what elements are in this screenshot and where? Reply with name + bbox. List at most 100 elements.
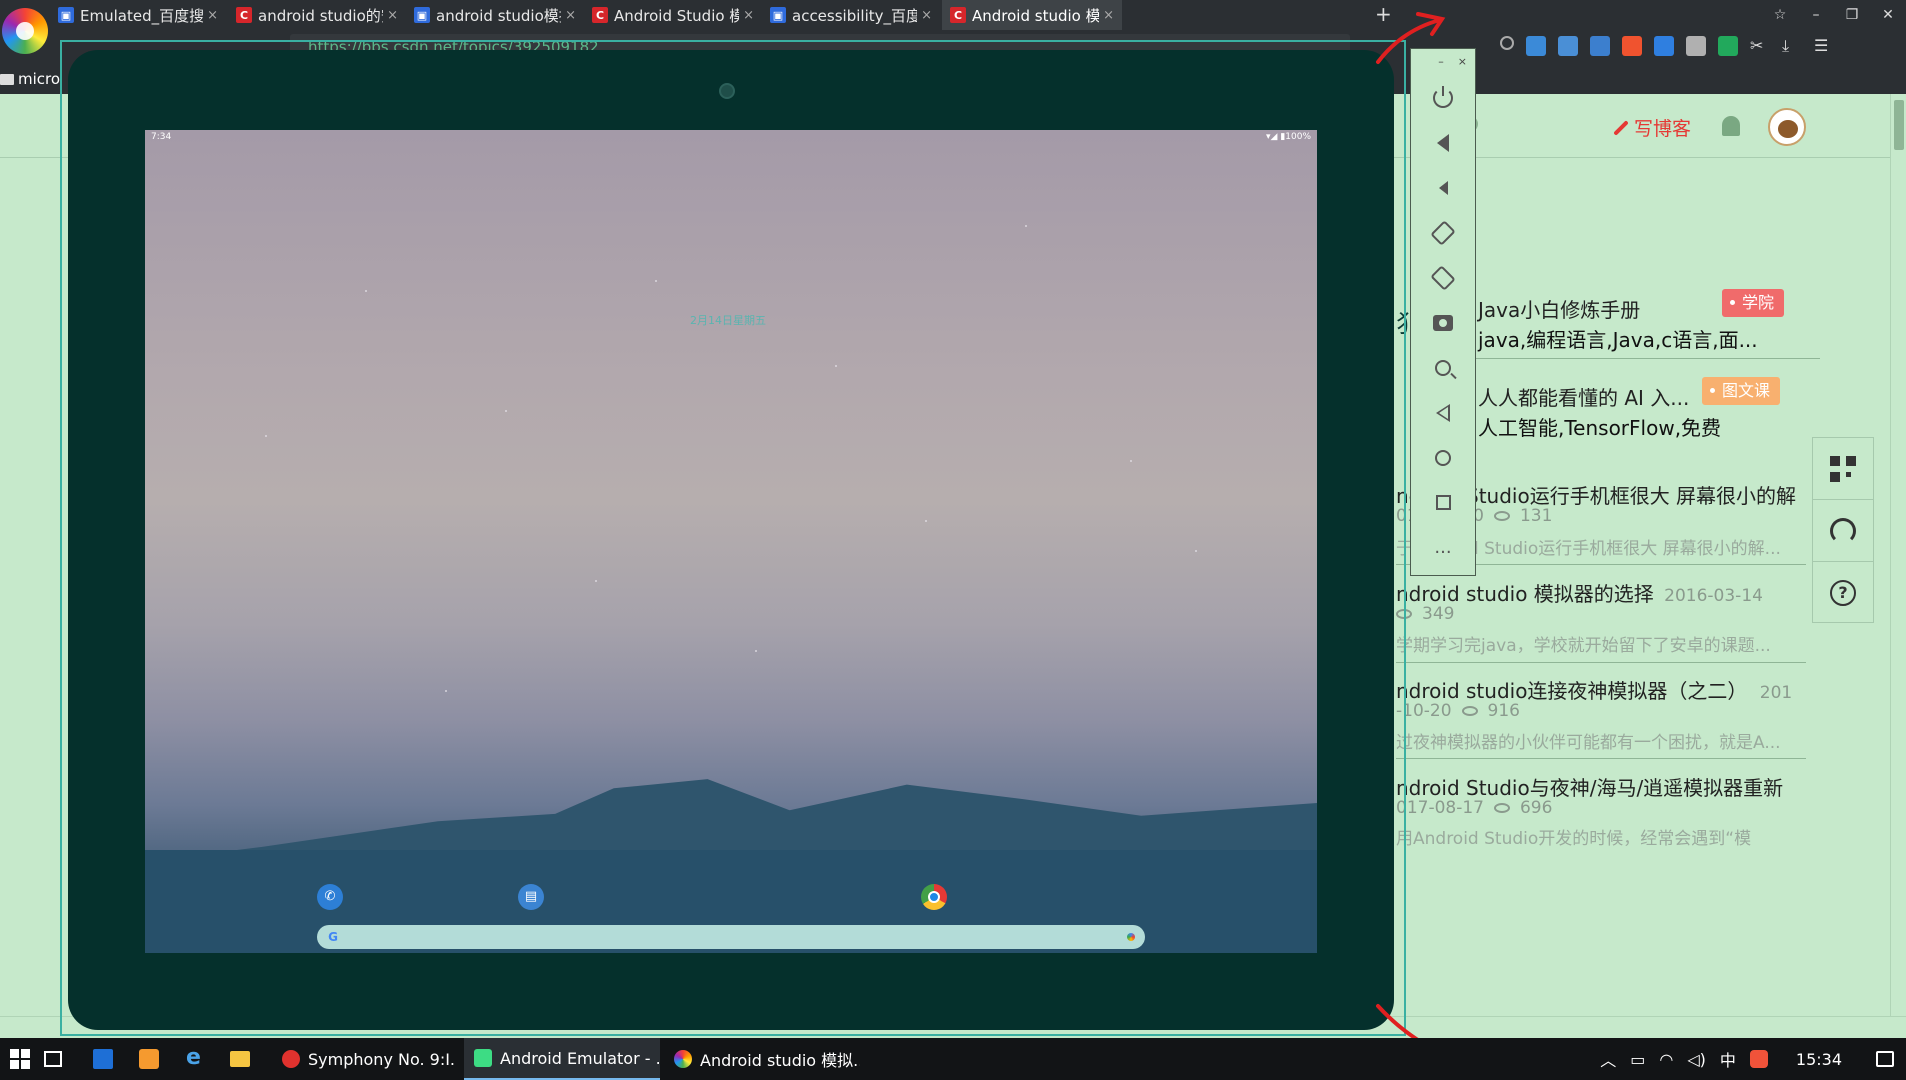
more-button[interactable]: ... — [1411, 525, 1475, 570]
baidu-favicon-icon: ▣ — [414, 7, 430, 23]
date-widget[interactable]: 2月14日星期五 — [690, 312, 766, 328]
page-scrollbar[interactable] — [1890, 94, 1906, 1038]
eye-icon — [1461, 706, 1478, 716]
messages-app-icon[interactable]: ▤ — [518, 884, 544, 910]
extension-windows-icon[interactable] — [1526, 36, 1546, 56]
music-app-icon — [282, 1050, 300, 1068]
csdn-favicon-icon: C — [950, 7, 966, 23]
tab-android-studio-emulator-csdn[interactable]: C Android Studio 模拟器 × — [584, 0, 762, 30]
taskbar-item-emulator[interactable]: Android Emulator - ... — [464, 1038, 660, 1080]
extension-chat-icon[interactable] — [1558, 36, 1578, 56]
customer-service-button[interactable] — [1813, 500, 1873, 562]
store-icon[interactable] — [93, 1049, 113, 1069]
browser-icon — [674, 1050, 692, 1068]
article-desc: 用Android Studio开发的时候，经常会遇到“模 — [1396, 829, 1752, 849]
write-blog-link[interactable]: 写博客 — [1612, 114, 1691, 141]
rotate-right-button[interactable] — [1411, 255, 1475, 300]
restore-icon[interactable]: ❐ — [1834, 0, 1870, 30]
tab-close-icon[interactable]: × — [565, 8, 576, 23]
favorites-icon[interactable]: ☆ — [1762, 0, 1798, 30]
recommendation-title[interactable]: 人人都能看懂的 AI 入... — [1478, 382, 1689, 411]
article-title[interactable]: ndroid Studio与夜神/海马/逍遥模拟器重新 — [1396, 772, 1796, 801]
internet-explorer-icon[interactable]: e — [186, 1045, 206, 1070]
close-window-icon[interactable]: ✕ — [1870, 0, 1906, 30]
scissors-icon[interactable]: ✂ — [1750, 36, 1770, 56]
extension-eye-icon[interactable] — [1718, 36, 1738, 56]
power-button[interactable] — [1411, 75, 1475, 120]
assistant-icon[interactable] — [1127, 933, 1135, 941]
recommendation-title[interactable]: Java小白修炼手册 — [1478, 294, 1640, 323]
tab-close-icon[interactable]: × — [1103, 8, 1114, 23]
extension-translate-icon[interactable] — [1590, 36, 1610, 56]
extension-download-icon[interactable] — [1654, 36, 1674, 56]
taskbar-item-music[interactable]: Symphony No. 9:I. ... — [272, 1038, 458, 1080]
avatar[interactable] — [1768, 108, 1806, 146]
menu-icon[interactable]: ☰ — [1814, 36, 1834, 56]
system-clock[interactable]: 15:34 — [1796, 1050, 1842, 1069]
volume-up-button[interactable] — [1411, 120, 1475, 165]
google-search-bar[interactable]: G — [317, 925, 1145, 949]
notification-center-icon[interactable] — [1876, 1051, 1894, 1067]
emulator-close-button[interactable]: × — [1458, 55, 1467, 75]
volume-down-button[interactable] — [1411, 165, 1475, 210]
browser-logo-icon[interactable] — [2, 8, 48, 54]
screenshot-button[interactable] — [1411, 300, 1475, 345]
bell-icon[interactable] — [1722, 116, 1740, 136]
search-icon[interactable] — [1500, 36, 1514, 50]
tab-android-studio-emulator-active[interactable]: C Android studio 模拟器 × — [942, 0, 1122, 30]
eye-icon — [1493, 511, 1510, 521]
overview-button[interactable] — [1411, 480, 1475, 525]
tab-close-icon[interactable]: × — [921, 8, 932, 23]
extension-puzzle-icon[interactable] — [1622, 36, 1642, 56]
tab-emulated-baidu[interactable]: ▣ Emulated_百度搜索 × — [50, 0, 226, 30]
input-method-indicator[interactable]: 中 — [1720, 1047, 1736, 1071]
file-explorer-icon[interactable] — [230, 1051, 250, 1067]
minimize-icon[interactable]: – — [1798, 0, 1834, 30]
phone-app-icon[interactable]: ✆ — [317, 884, 343, 910]
csdn-favicon-icon: C — [592, 7, 608, 23]
extension-shield-icon[interactable] — [1686, 36, 1706, 56]
system-tray: ︿ ▭ ◠ ◁) 中 15:34 — [1600, 1038, 1906, 1080]
task-view-icon[interactable] — [44, 1051, 62, 1067]
windows-start-icon[interactable] — [10, 1049, 30, 1069]
help-button[interactable]: ? — [1813, 562, 1873, 624]
app-launcher-icon[interactable] — [139, 1049, 159, 1069]
qr-code-icon — [1830, 455, 1856, 482]
tab-android-studio-emulator-baidu[interactable]: ▣ android studio模拟器 × — [406, 0, 584, 30]
tab-close-icon[interactable]: × — [387, 8, 398, 23]
floating-toolbar: ? — [1812, 437, 1874, 623]
back-button[interactable] — [1411, 390, 1475, 435]
tab-android-studio-install[interactable]: C android studio的安装 × — [228, 0, 406, 30]
download-icon[interactable]: ⤓ — [1782, 36, 1802, 56]
eye-icon — [1493, 803, 1510, 813]
tab-close-icon[interactable]: × — [743, 8, 754, 23]
qr-code-button[interactable] — [1813, 438, 1873, 500]
rotate-right-icon — [1430, 264, 1456, 291]
emulator-screen[interactable]: 7:34 ▾◢ ▮100% 2月14日星期五 ✆ ▤ G — [145, 130, 1317, 953]
bookmark-folder[interactable]: micro — [0, 70, 60, 88]
home-icon — [1435, 449, 1451, 466]
chrome-app-icon[interactable] — [921, 884, 947, 910]
device-status-icons: ▾◢ ▮100% — [1266, 132, 1311, 142]
baidu-favicon-icon: ▣ — [58, 7, 74, 23]
battery-icon[interactable]: ▭ — [1630, 1050, 1645, 1069]
home-button[interactable] — [1411, 435, 1475, 480]
emulator-minimize-button[interactable]: – — [1438, 55, 1444, 75]
new-tab-button[interactable]: + — [1375, 2, 1392, 26]
window-controls: ☆ – ❐ ✕ — [1762, 0, 1906, 30]
front-camera-icon — [719, 83, 735, 99]
rotate-left-button[interactable] — [1411, 210, 1475, 255]
csdn-favicon-icon: C — [236, 7, 252, 23]
wifi-icon[interactable]: ◠ — [1659, 1050, 1673, 1069]
article-title[interactable]: ndroid studio 模拟器的选择 2016-03-14 — [1396, 578, 1796, 607]
tab-accessibility-baidu[interactable]: ▣ accessibility_百度搜索 × — [762, 0, 940, 30]
taskbar-item-browser[interactable]: Android studio 模拟... — [664, 1038, 860, 1080]
article-title[interactable]: ndroid studio连接夜神模拟器（之二） 201 — [1396, 675, 1796, 704]
tab-close-icon[interactable]: × — [207, 8, 218, 23]
chevron-up-icon[interactable]: ︿ — [1600, 1047, 1616, 1071]
volume-icon[interactable]: ◁) — [1687, 1050, 1706, 1069]
scroll-thumb[interactable] — [1894, 100, 1904, 150]
zoom-button[interactable] — [1411, 345, 1475, 390]
sogou-ime-icon[interactable] — [1749, 1050, 1768, 1068]
divider — [1396, 758, 1806, 759]
